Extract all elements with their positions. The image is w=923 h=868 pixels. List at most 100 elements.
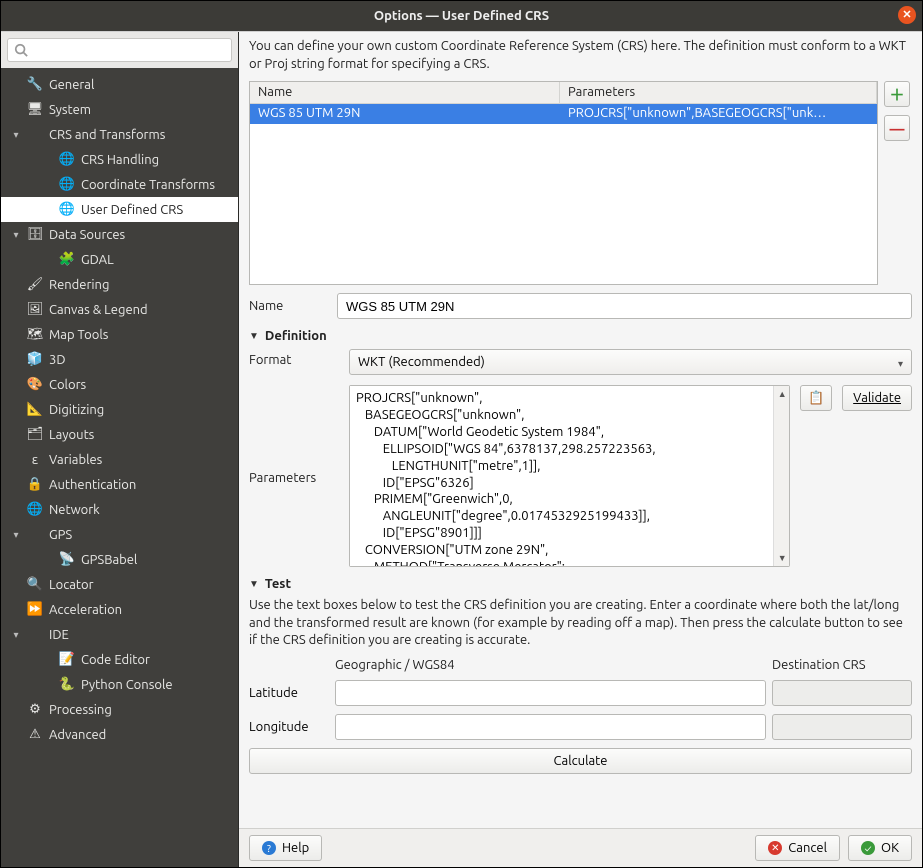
format-combo[interactable]: WKT (Recommended) ▾ xyxy=(349,349,912,375)
tree-item-label: General xyxy=(49,78,94,92)
tree-item-label: Processing xyxy=(49,703,112,717)
copy-button[interactable]: 📋 xyxy=(800,385,832,411)
tree-item-variables[interactable]: ε Variables xyxy=(1,447,238,472)
tree-item-3d[interactable]: 🧊 3D xyxy=(1,347,238,372)
cancel-label: Cancel xyxy=(788,841,827,855)
chevron-down-icon: ▼ xyxy=(249,330,259,342)
help-label: Help xyxy=(282,841,309,855)
expander-icon: ▾ xyxy=(11,129,21,141)
definition-section-header[interactable]: ▼ Definition xyxy=(239,323,922,345)
python-console-icon: 🐍 xyxy=(59,677,75,693)
header-params[interactable]: Parameters xyxy=(560,82,877,103)
help-button[interactable]: ? Help xyxy=(249,835,322,861)
tree-item-crs-handling[interactable]: 🌐CRS Handling xyxy=(1,147,238,172)
tree-item-label: Variables xyxy=(49,453,102,467)
tree-item-map-tools[interactable]: 🗺Map Tools xyxy=(1,322,238,347)
tree-item-label: System xyxy=(49,103,91,117)
latitude-input[interactable] xyxy=(335,680,766,706)
tree-item-acceleration[interactable]: ⏩Acceleration xyxy=(1,597,238,622)
tree-item-processing[interactable]: ⚙ Processing xyxy=(1,697,238,722)
crs-list-header: Name Parameters xyxy=(250,82,877,104)
tree-item-canvas-legend[interactable]: 🖼Canvas & Legend xyxy=(1,297,238,322)
tree-item-label: Rendering xyxy=(49,278,109,292)
tree-item-gpsbabel[interactable]: 📡GPSBabel xyxy=(1,547,238,572)
options-dialog: Options — User Defined CRS ✕ 🔧General 🖥 Sy… xyxy=(0,0,923,868)
parameters-textarea[interactable] xyxy=(350,386,773,566)
tree-item-rendering[interactable]: 🖌Rendering xyxy=(1,272,238,297)
variables-icon: ε xyxy=(27,452,43,468)
tree-item-advanced[interactable]: ⚠ Advanced xyxy=(1,722,238,747)
crs-list[interactable]: Name Parameters WGS 85 UTM 29NPROJCRS["u… xyxy=(249,81,878,285)
title-bar: Options — User Defined CRS ✕ xyxy=(1,1,922,31)
tree-item-label: IDE xyxy=(49,628,69,642)
cell-params: PROJCRS["unknown",BASEGEOGCRS["unk… xyxy=(560,104,877,124)
search-input[interactable] xyxy=(7,38,232,62)
validate-button[interactable]: Validate xyxy=(842,385,912,411)
sidebar: 🔧General 🖥 System ▾ CRS and Transforms 🌐CRS H… xyxy=(1,32,239,867)
close-icon[interactable]: ✕ xyxy=(898,6,916,24)
tree-item-label: Advanced xyxy=(49,728,106,742)
tree-item-label: CRS and Transforms xyxy=(49,128,165,142)
options-tree[interactable]: 🔧General 🖥 System ▾ CRS and Transforms 🌐CRS H… xyxy=(1,68,238,867)
gdal-icon: 🧩 xyxy=(59,252,75,268)
latitude-label: Latitude xyxy=(249,686,329,700)
parameters-textarea-wrap: ▲ ▼ xyxy=(349,385,790,567)
intro-text: You can define your own custom Coordinat… xyxy=(239,32,922,81)
crs-handling-icon: 🌐 xyxy=(59,152,75,168)
tree-item-label: Coordinate Transforms xyxy=(81,178,215,192)
tree-item-label: 3D xyxy=(49,353,66,367)
scroll-up-icon[interactable]: ▲ xyxy=(774,386,790,402)
tree-item-locator[interactable]: 🔍Locator xyxy=(1,572,238,597)
definition-title: Definition xyxy=(265,329,327,343)
tree-item-user-defined-crs[interactable]: 🌐User Defined CRS xyxy=(1,197,238,222)
ok-button[interactable]: ✓ OK xyxy=(848,835,912,861)
tree-item-general[interactable]: 🔧General xyxy=(1,72,238,97)
window-title: Options — User Defined CRS xyxy=(374,9,549,23)
name-input[interactable] xyxy=(337,293,912,319)
calculate-button[interactable]: Calculate xyxy=(249,748,912,774)
tree-item-system[interactable]: 🖥 System xyxy=(1,97,238,122)
longitude-input[interactable] xyxy=(335,714,766,740)
tree-item-coordinate-transforms[interactable]: 🌐 Coordinate Transforms xyxy=(1,172,238,197)
cancel-button[interactable]: ✕ Cancel xyxy=(755,835,840,861)
tree-item-code-editor[interactable]: 📝Code Editor xyxy=(1,647,238,672)
format-label: Format xyxy=(249,349,339,367)
blank-icon xyxy=(27,527,43,543)
tree-item-crs-and-transforms[interactable]: ▾ CRS and Transforms xyxy=(1,122,238,147)
table-row[interactable]: WGS 85 UTM 29NPROJCRS["unknown",BASEGEOG… xyxy=(250,104,877,124)
tree-item-label: Layouts xyxy=(49,428,94,442)
remove-crs-button[interactable]: — xyxy=(884,115,910,141)
tree-item-authentication[interactable]: 🔒Authentication xyxy=(1,472,238,497)
tree-item-gps[interactable]: ▾GPS xyxy=(1,522,238,547)
tree-item-colors[interactable]: 🎨Colors xyxy=(1,372,238,397)
ok-icon: ✓ xyxy=(861,841,875,855)
test-description: Use the text boxes below to test the CRS… xyxy=(249,597,912,650)
chevron-down-icon: ▼ xyxy=(249,578,259,590)
tree-item-label: Python Console xyxy=(81,678,173,692)
tree-item-label: Canvas & Legend xyxy=(49,303,148,317)
tree-item-network[interactable]: 🌐Network xyxy=(1,497,238,522)
header-name[interactable]: Name xyxy=(250,82,560,103)
scroll-down-icon[interactable]: ▼ xyxy=(774,550,790,566)
validate-label: Validate xyxy=(853,391,901,405)
blank-icon xyxy=(27,127,43,143)
scrollbar[interactable]: ▲ ▼ xyxy=(773,386,789,566)
system-icon: 🖥 xyxy=(27,102,43,118)
processing-icon: ⚙ xyxy=(27,702,43,718)
add-crs-button[interactable]: ＋ xyxy=(884,81,910,107)
tree-item-digitizing[interactable]: 📐Digitizing xyxy=(1,397,238,422)
test-section-header[interactable]: ▼ Test xyxy=(239,571,922,593)
locator-icon: 🔍 xyxy=(27,577,43,593)
tree-item-python-console[interactable]: 🐍 Python Console xyxy=(1,672,238,697)
3d-icon: 🧊 xyxy=(27,352,43,368)
advanced-icon: ⚠ xyxy=(27,727,43,743)
tree-item-data-sources[interactable]: ▾🗄Data Sources xyxy=(1,222,238,247)
coordinate-transforms-icon: 🌐 xyxy=(59,177,75,193)
tree-item-ide[interactable]: ▾ IDE xyxy=(1,622,238,647)
user-defined-crs-icon: 🌐 xyxy=(59,202,75,218)
ok-label: OK xyxy=(881,841,899,855)
parameters-label: Parameters xyxy=(249,467,339,485)
expander-icon: ▾ xyxy=(11,629,21,641)
tree-item-layouts[interactable]: 🗂Layouts xyxy=(1,422,238,447)
tree-item-gdal[interactable]: 🧩GDAL xyxy=(1,247,238,272)
